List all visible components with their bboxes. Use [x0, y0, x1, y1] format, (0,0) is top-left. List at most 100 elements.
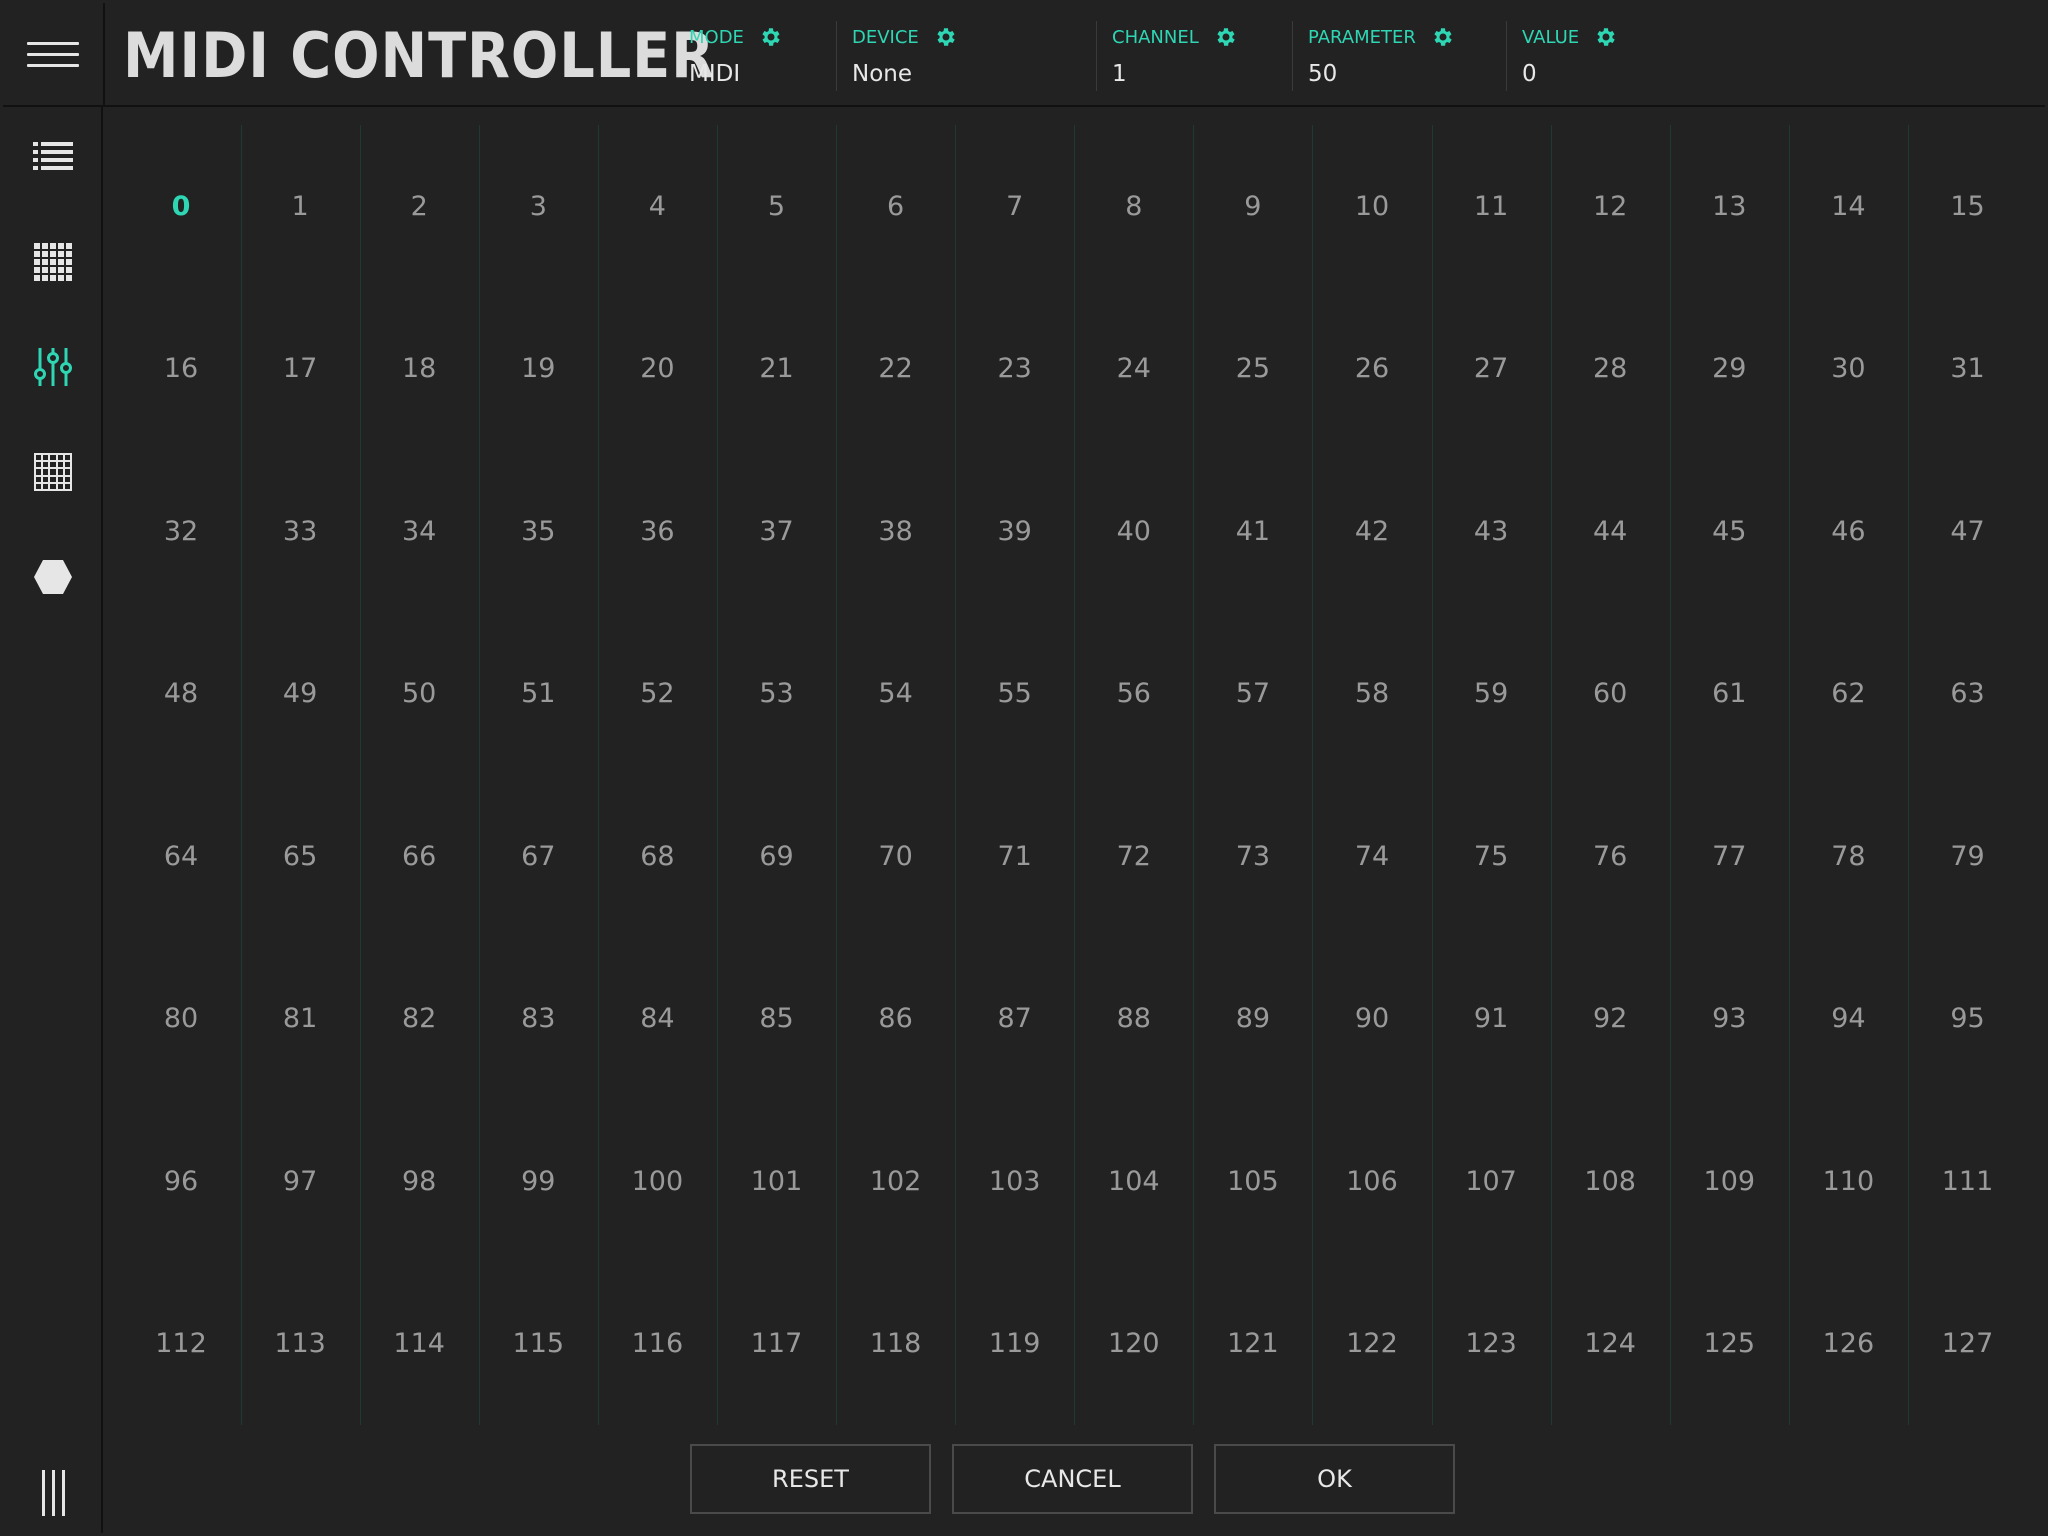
cc-cell[interactable]: 28 [1555, 339, 1665, 399]
cc-cell[interactable]: 123 [1436, 1314, 1546, 1374]
cc-cell[interactable]: 121 [1198, 1314, 1308, 1374]
cc-cell[interactable]: 80 [126, 989, 236, 1049]
cc-cell[interactable]: 47 [1913, 501, 2023, 561]
sidebar-item-small-grid[interactable] [3, 222, 103, 302]
cc-cell[interactable]: 52 [602, 664, 712, 724]
cc-cell[interactable]: 43 [1436, 501, 1546, 561]
cc-cell[interactable]: 26 [1317, 339, 1427, 399]
cc-cell[interactable]: 51 [483, 664, 593, 724]
cc-cell[interactable]: 72 [1079, 826, 1189, 886]
cc-cell[interactable]: 109 [1674, 1151, 1784, 1211]
cc-cell[interactable]: 117 [722, 1314, 832, 1374]
ok-button[interactable]: OK [1214, 1444, 1455, 1514]
cc-cell[interactable]: 34 [364, 501, 474, 561]
cc-cell[interactable]: 125 [1674, 1314, 1784, 1374]
cc-cell[interactable]: 114 [364, 1314, 474, 1374]
cc-cell[interactable]: 57 [1198, 664, 1308, 724]
cc-cell[interactable]: 42 [1317, 501, 1427, 561]
cc-cell[interactable]: 36 [602, 501, 712, 561]
cc-cell[interactable]: 112 [126, 1314, 236, 1374]
cc-cell[interactable]: 118 [841, 1314, 951, 1374]
cc-cell[interactable]: 21 [722, 339, 832, 399]
hamburger-menu-icon[interactable] [3, 3, 105, 105]
cc-cell[interactable]: 5 [722, 176, 832, 236]
cc-cell[interactable]: 104 [1079, 1151, 1189, 1211]
cc-cell[interactable]: 99 [483, 1151, 593, 1211]
channel-value[interactable]: 1 [1112, 61, 1127, 87]
cc-cell[interactable]: 96 [126, 1151, 236, 1211]
cc-cell[interactable]: 108 [1555, 1151, 1665, 1211]
cc-cell[interactable]: 62 [1793, 664, 1903, 724]
cc-cell[interactable]: 122 [1317, 1314, 1427, 1374]
cc-cell[interactable]: 119 [960, 1314, 1070, 1374]
sidebar-item-sliders[interactable] [3, 327, 103, 407]
cc-cell[interactable]: 8 [1079, 176, 1189, 236]
cc-cell[interactable]: 37 [722, 501, 832, 561]
cc-cell[interactable]: 79 [1913, 826, 2023, 886]
reset-button[interactable]: RESET [690, 1444, 931, 1514]
cc-cell[interactable]: 76 [1555, 826, 1665, 886]
cc-cell[interactable]: 111 [1913, 1151, 2023, 1211]
cc-cell[interactable]: 24 [1079, 339, 1189, 399]
cc-cell[interactable]: 39 [960, 501, 1070, 561]
cc-cell[interactable]: 105 [1198, 1151, 1308, 1211]
cc-cell[interactable]: 0 [126, 176, 236, 236]
cc-cell[interactable]: 69 [722, 826, 832, 886]
cancel-button[interactable]: CANCEL [952, 1444, 1193, 1514]
value-settings-gear-icon[interactable] [1593, 25, 1617, 49]
cc-cell[interactable]: 46 [1793, 501, 1903, 561]
cc-cell[interactable]: 115 [483, 1314, 593, 1374]
cc-cell[interactable]: 61 [1674, 664, 1784, 724]
cc-cell[interactable]: 17 [245, 339, 355, 399]
cc-cell[interactable]: 83 [483, 989, 593, 1049]
cc-cell[interactable]: 102 [841, 1151, 951, 1211]
cc-cell[interactable]: 6 [841, 176, 951, 236]
cc-cell[interactable]: 65 [245, 826, 355, 886]
cc-cell[interactable]: 88 [1079, 989, 1189, 1049]
cc-cell[interactable]: 110 [1793, 1151, 1903, 1211]
cc-cell[interactable]: 32 [126, 501, 236, 561]
cc-cell[interactable]: 84 [602, 989, 712, 1049]
cc-cell[interactable]: 93 [1674, 989, 1784, 1049]
cc-cell[interactable]: 23 [960, 339, 1070, 399]
cc-cell[interactable]: 85 [722, 989, 832, 1049]
mode-value[interactable]: MIDI [689, 61, 740, 87]
cc-cell[interactable]: 64 [126, 826, 236, 886]
cc-cell[interactable]: 54 [841, 664, 951, 724]
cc-cell[interactable]: 59 [1436, 664, 1546, 724]
cc-cell[interactable]: 35 [483, 501, 593, 561]
cc-cell[interactable]: 19 [483, 339, 593, 399]
sidebar-item-hexagon[interactable] [3, 537, 103, 617]
cc-cell[interactable]: 1 [245, 176, 355, 236]
cc-cell[interactable]: 106 [1317, 1151, 1427, 1211]
cc-cell[interactable]: 124 [1555, 1314, 1665, 1374]
cc-cell[interactable]: 48 [126, 664, 236, 724]
sidebar-handle-icon[interactable] [3, 1453, 103, 1533]
cc-cell[interactable]: 53 [722, 664, 832, 724]
cc-cell[interactable]: 94 [1793, 989, 1903, 1049]
cc-cell[interactable]: 49 [245, 664, 355, 724]
sidebar-item-large-grid[interactable] [3, 432, 103, 512]
cc-cell[interactable]: 60 [1555, 664, 1665, 724]
cc-cell[interactable]: 101 [722, 1151, 832, 1211]
cc-cell[interactable]: 55 [960, 664, 1070, 724]
cc-cell[interactable]: 4 [602, 176, 712, 236]
cc-cell[interactable]: 63 [1913, 664, 2023, 724]
cc-cell[interactable]: 3 [483, 176, 593, 236]
cc-cell[interactable]: 45 [1674, 501, 1784, 561]
mode-settings-gear-icon[interactable] [758, 25, 782, 49]
cc-cell[interactable]: 126 [1793, 1314, 1903, 1374]
cc-cell[interactable]: 74 [1317, 826, 1427, 886]
cc-cell[interactable]: 92 [1555, 989, 1665, 1049]
parameter-value[interactable]: 50 [1308, 61, 1337, 87]
cc-cell[interactable]: 9 [1198, 176, 1308, 236]
cc-cell[interactable]: 41 [1198, 501, 1308, 561]
cc-cell[interactable]: 18 [364, 339, 474, 399]
cc-cell[interactable]: 95 [1913, 989, 2023, 1049]
cc-cell[interactable]: 7 [960, 176, 1070, 236]
cc-cell[interactable]: 13 [1674, 176, 1784, 236]
cc-cell[interactable]: 113 [245, 1314, 355, 1374]
cc-cell[interactable]: 2 [364, 176, 474, 236]
cc-cell[interactable]: 33 [245, 501, 355, 561]
cc-cell[interactable]: 91 [1436, 989, 1546, 1049]
